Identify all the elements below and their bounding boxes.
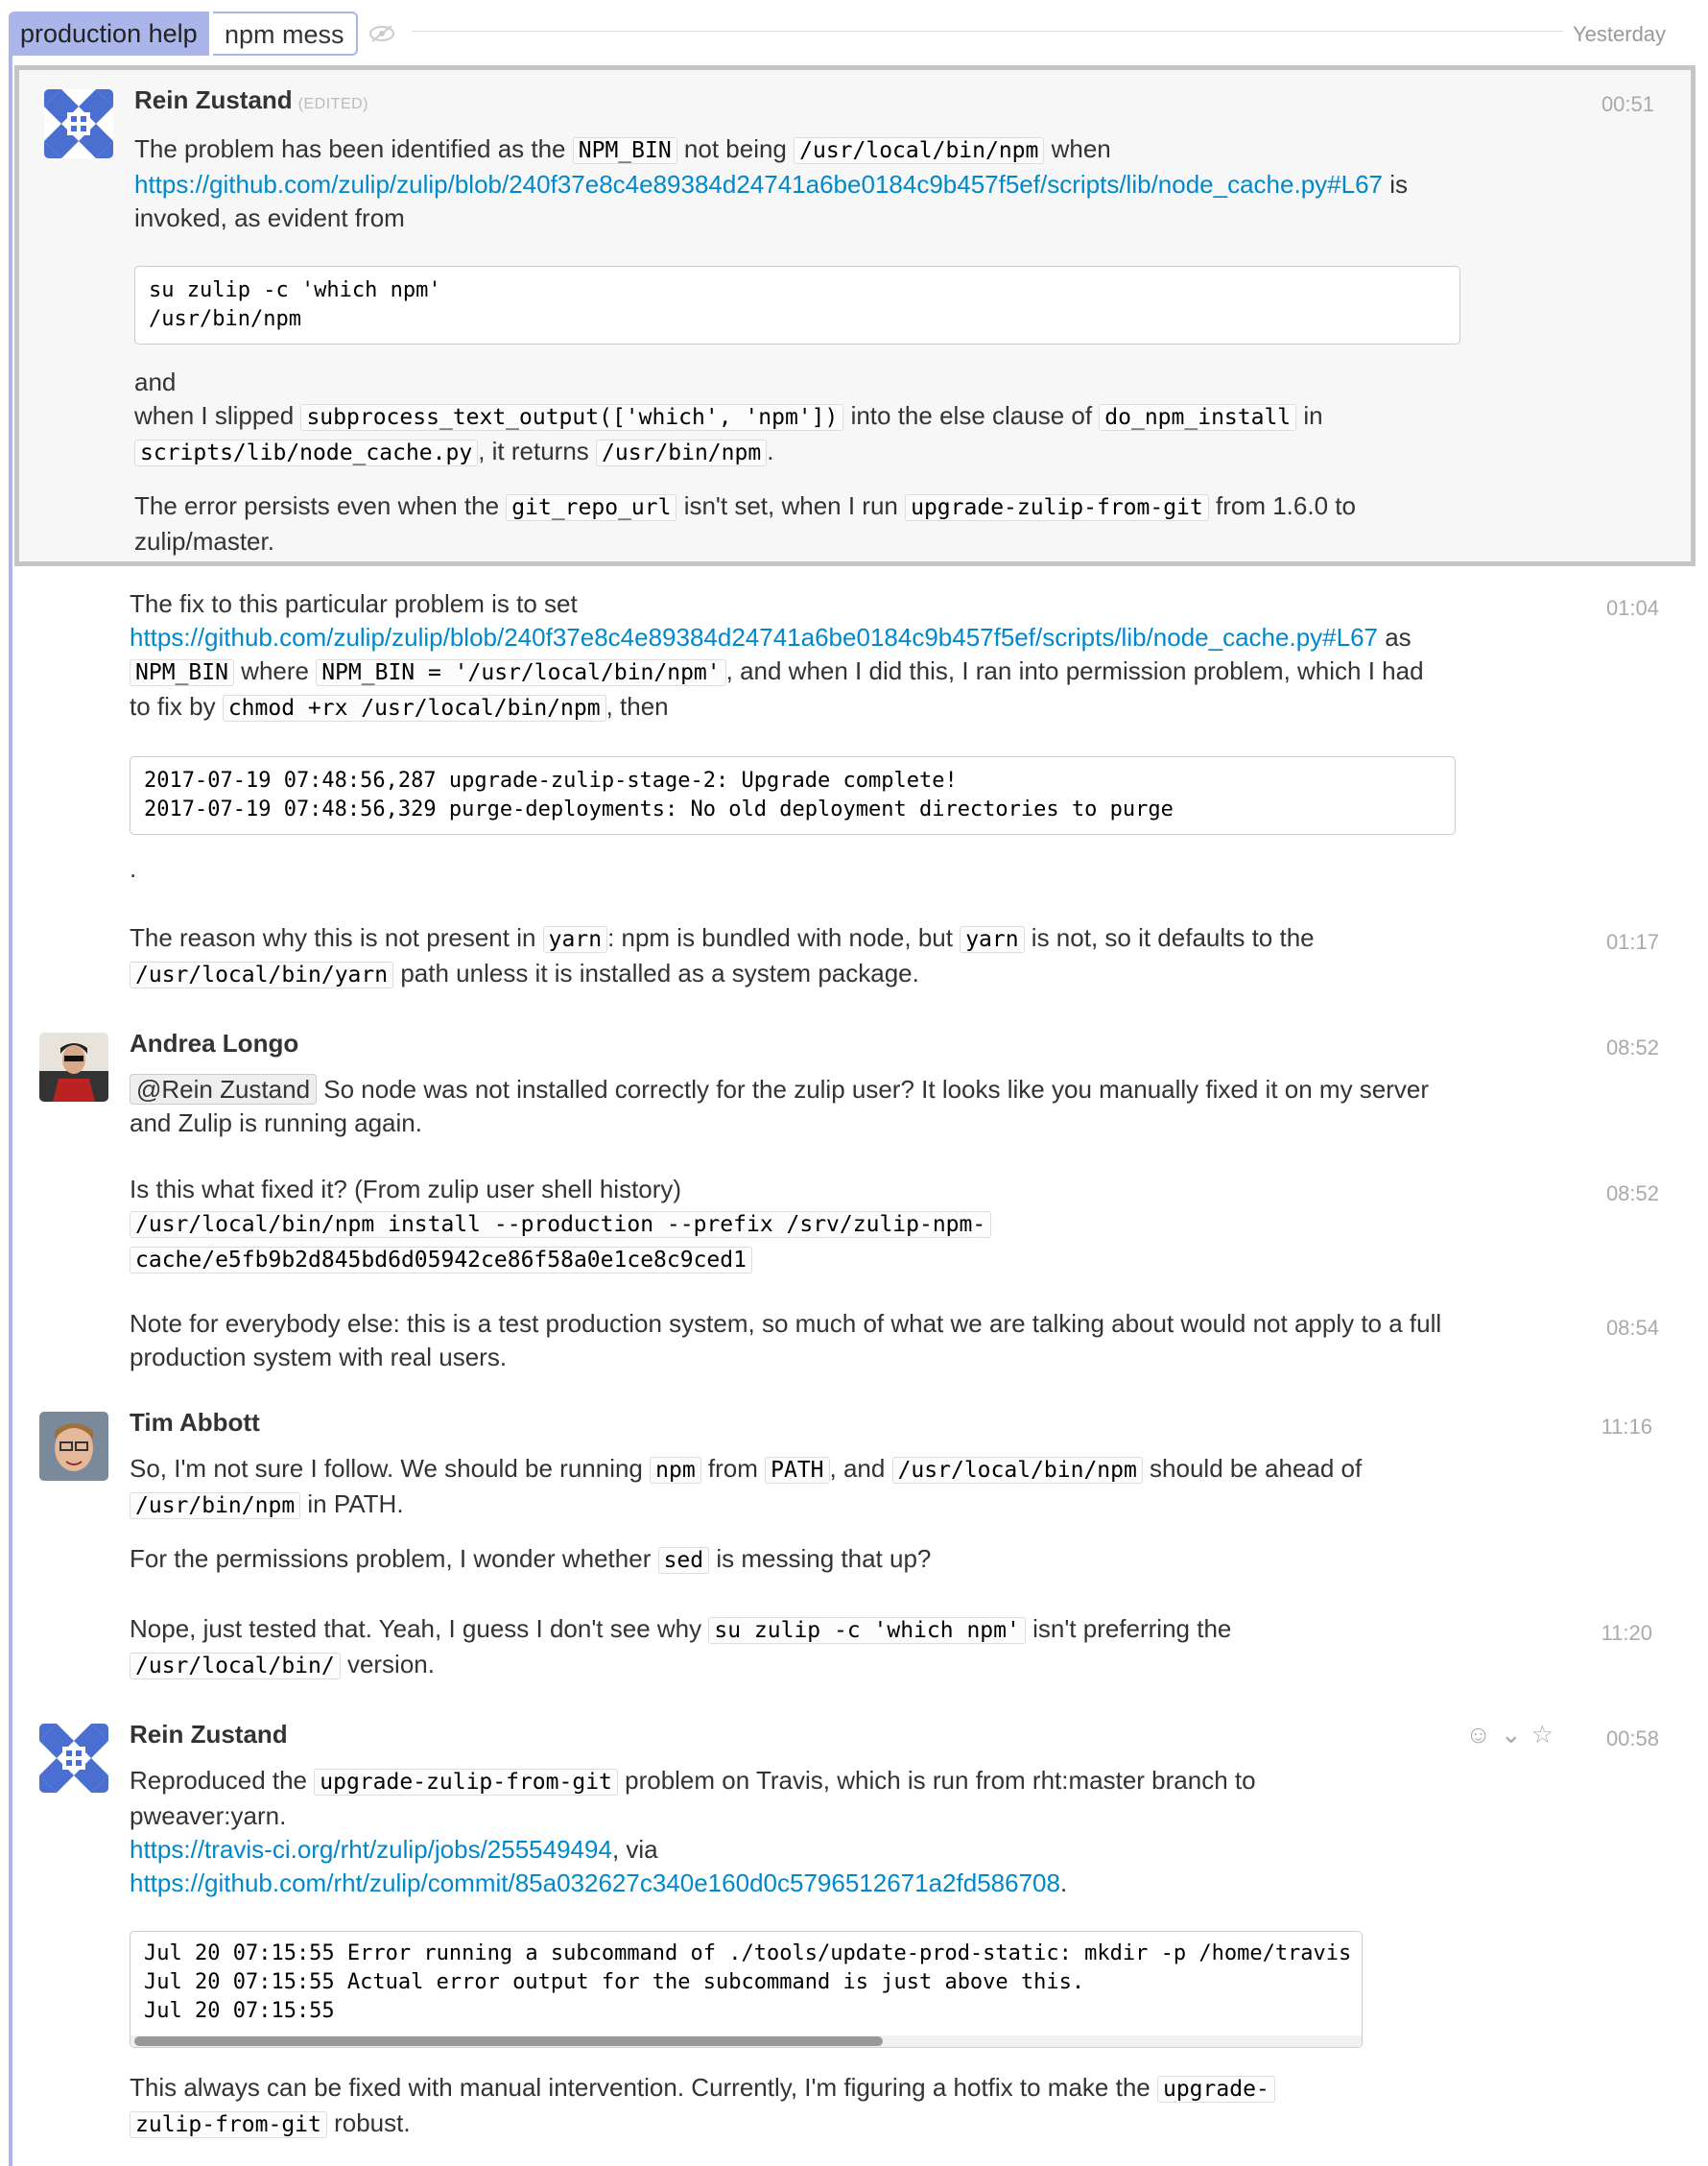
message[interactable]: Andrea Longo 08:52 @Rein Zustand So node… (14, 1027, 1696, 1147)
message-content: Is this what fixed it? (From zulip user … (130, 1173, 1492, 1277)
message-selected[interactable]: Rein Zustand (EDITED) 00:51 The problem h… (14, 65, 1696, 566)
paragraph: Note for everybody else: this is a test … (130, 1309, 1442, 1371)
emoji-reaction-icon[interactable]: ☺ (1465, 1720, 1501, 1749)
code-block: 2017-07-19 07:48:56,287 upgrade-zulip-st… (130, 756, 1456, 835)
avatar[interactable] (44, 89, 113, 158)
message-time[interactable]: 01:04 (1606, 591, 1659, 625)
code-block-wrapper: Jul 20 07:15:55 Error running a subcomma… (130, 1931, 1363, 2048)
code-block: Jul 20 07:15:55 Error running a subcomma… (130, 1932, 1362, 2034)
avatar[interactable] (39, 1412, 108, 1481)
message-time[interactable]: 11:16 (1601, 1410, 1652, 1443)
paragraph: The error persists even when the git_rep… (134, 491, 1356, 556)
paragraph: The fix to this particular problem is to… (130, 589, 1424, 722)
message-time[interactable]: 11:20 (1601, 1616, 1652, 1650)
mute-topic-icon[interactable] (368, 23, 397, 46)
github-commit-link[interactable]: https://github.com/rht/zulip/commit/85a0… (130, 1868, 1060, 1897)
message-time[interactable]: 01:17 (1606, 925, 1659, 959)
paragraph: Reproduced the upgrade-zulip-from-git pr… (130, 1766, 1256, 1897)
message[interactable]: Rein Zustand ☺⌄☆ 00:58 Reproduced the up… (14, 1718, 1696, 2159)
message-content: @Rein Zustand So node was not installed … (130, 1073, 1492, 1140)
code-block: su zulip -c 'which npm' /usr/bin/npm (134, 266, 1460, 345)
topic-name[interactable]: npm mess (213, 12, 358, 56)
paragraph: This always can be fixed with manual int… (130, 2071, 1492, 2142)
travis-link[interactable]: https://travis-ci.org/rht/zulip/jobs/255… (130, 1835, 612, 1864)
horizontal-scrollbar[interactable] (130, 2035, 1362, 2047)
message-time[interactable]: 08:52 (1606, 1031, 1659, 1064)
paragraph: Is this what fixed it? (From zulip user … (130, 1173, 1492, 1277)
github-link[interactable]: https://github.com/zulip/zulip/blob/240f… (134, 170, 1383, 199)
recipient-stripe (9, 56, 12, 2166)
message-content: The reason why this is not present in ya… (130, 921, 1492, 992)
date-label: Yesterday (1573, 22, 1667, 46)
message-content: Note for everybody else: this is a test … (130, 1307, 1492, 1374)
paragraph: For the permissions problem, I wonder wh… (130, 1544, 932, 1574)
paragraph: So, I'm not sure I follow. We should be … (130, 1454, 1363, 1519)
paragraph: The reason why this is not present in ya… (130, 923, 1315, 988)
stream-name[interactable]: production help (9, 12, 209, 56)
message[interactable]: 01:04 The fix to this particular problem… (14, 576, 1696, 893)
paragraph: . (130, 854, 137, 883)
header-divider (412, 31, 1563, 32)
message-content: The fix to this particular problem is to… (130, 587, 1492, 886)
edited-label: (EDITED) (297, 96, 368, 112)
recipient-header: production help npm mess Yesterday (9, 10, 1690, 56)
message-content: Nope, just tested that. Yeah, I guess I … (130, 1612, 1492, 1683)
message[interactable]: 08:52 Is this what fixed it? (From zulip… (14, 1171, 1696, 1281)
message-content: So, I'm not sure I follow. We should be … (130, 1452, 1492, 1578)
message-time[interactable]: 00:51 (1601, 87, 1654, 121)
paragraph: and when I slipped subprocess_text_output… (134, 368, 1323, 466)
message[interactable]: Tim Abbott 11:16 So, I'm not sure I foll… (14, 1406, 1696, 1588)
message-content: The problem has been identified as the N… (134, 132, 1497, 559)
avatar[interactable] (39, 1033, 108, 1102)
sender-name[interactable]: Rein Zustand (EDITED) (134, 83, 368, 121)
chevron-down-icon[interactable]: ⌄ (1501, 1720, 1531, 1749)
message[interactable]: 08:54 Note for everybody else: this is a… (14, 1307, 1696, 1389)
paragraph: Nope, just tested that. Yeah, I guess I … (130, 1614, 1232, 1679)
message-actions: ☺⌄☆ (1465, 1718, 1563, 1751)
star-icon[interactable]: ☆ (1531, 1720, 1563, 1749)
message-time[interactable]: 08:52 (1606, 1177, 1659, 1210)
user-mention[interactable]: @Rein Zustand (130, 1074, 318, 1105)
paragraph: @Rein Zustand So node was not installed … (130, 1074, 1430, 1137)
sender-name[interactable]: Rein Zustand (130, 1718, 288, 1751)
avatar[interactable] (39, 1724, 108, 1793)
sender-name[interactable]: Tim Abbott (130, 1406, 260, 1440)
message[interactable]: 01:17 The reason why this is not present… (14, 921, 1696, 998)
github-link[interactable]: https://github.com/zulip/zulip/blob/240f… (130, 623, 1378, 652)
sender-name[interactable]: Andrea Longo (130, 1027, 298, 1060)
message-content: Reproduced the upgrade-zulip-from-git pr… (130, 1764, 1492, 2142)
paragraph: The problem has been identified as the N… (134, 134, 1408, 232)
message[interactable]: 11:20 Nope, just tested that. Yeah, I gu… (14, 1612, 1696, 1694)
message-time[interactable]: 08:54 (1606, 1311, 1659, 1345)
message-time[interactable]: 00:58 (1606, 1722, 1659, 1755)
scrollbar-thumb[interactable] (134, 2036, 883, 2046)
